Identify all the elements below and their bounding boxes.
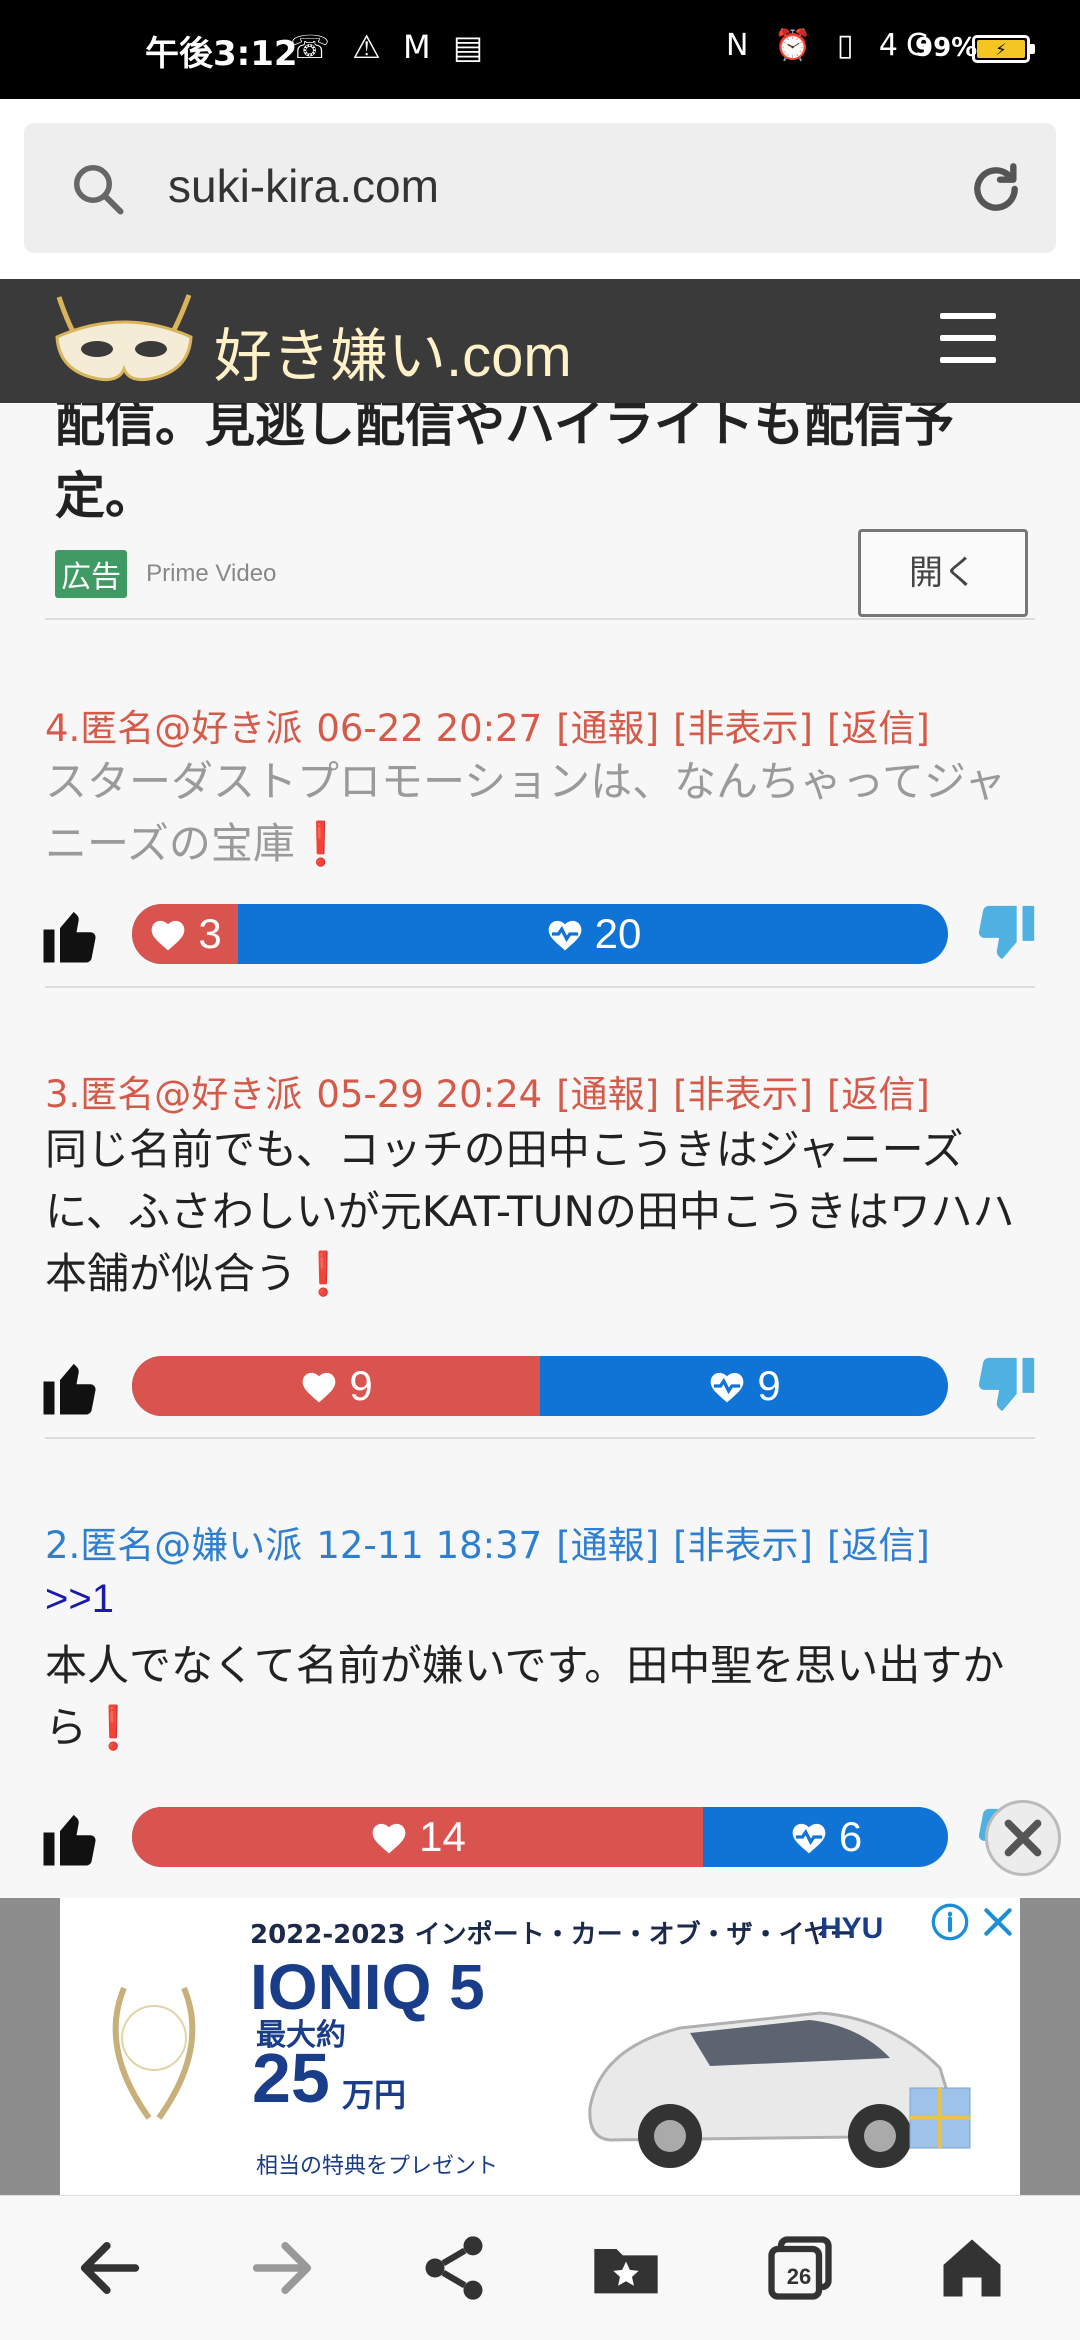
award-laurel-icon: [112, 1986, 196, 2120]
comment-header: 4.匿名@好き派 06-22 20:27 [通報] [非表示] [返信]: [45, 698, 944, 752]
forward-arrow-icon[interactable]: [244, 2230, 320, 2306]
comment-date: 12-11 18:37: [316, 1524, 543, 1567]
home-icon[interactable]: [934, 2230, 1010, 2306]
close-icon: [1004, 1819, 1042, 1857]
comment-author: 3.匿名@好き派: [45, 1073, 303, 1116]
bottom-navigation: 26: [0, 2195, 1080, 2340]
thumbs-up-icon[interactable]: [38, 902, 104, 968]
like-count-label[interactable]: 9: [132, 1356, 540, 1416]
ad-info-icon[interactable]: [930, 1902, 970, 1942]
comment-body: 同じ名前でも、コッチの田中こうきはジャニーズに、ふさわしいが元KAT-TUNの田…: [45, 1125, 1015, 1298]
ad-dismiss-button[interactable]: [985, 1800, 1061, 1876]
heart-icon: [372, 1823, 406, 1854]
dislike-count-label[interactable]: 9: [540, 1356, 948, 1416]
hide-link[interactable]: [非表示]: [673, 707, 813, 750]
divider: [45, 986, 1035, 988]
banner-ad[interactable]: 2022-2023 インポート・カー・オブ・ザ・イヤー IONIQ 5 最大約 …: [0, 1898, 1080, 2195]
tab-count: 26: [786, 2264, 812, 2289]
ad-unit: 万円: [342, 2076, 407, 2114]
status-time: 午後3:12: [145, 34, 298, 74]
like-count-label[interactable]: 3: [132, 904, 238, 964]
thumbs-down-icon[interactable]: [970, 1352, 1040, 1422]
url-text[interactable]: suki-kira.com: [168, 159, 439, 213]
vote-row: 14 6: [38, 1803, 1048, 1873]
comment-body: 本人でなくて名前が嫌いです。田中聖を思い出すから❗: [45, 1641, 1005, 1752]
report-link[interactable]: [通報]: [556, 707, 659, 750]
hide-link[interactable]: [非表示]: [673, 1524, 813, 1567]
ad-open-button[interactable]: 開く: [858, 529, 1028, 617]
comment-date: 05-29 20:24: [316, 1073, 543, 1116]
status-bar: 午後3:12 ☏ ⚠ M ▤ N ⏰ ▯ 4G 99% ⚡: [0, 0, 1080, 99]
comment-header: 2.匿名@嫌い派 12-11 18:37 [通報] [非表示] [返信]: [45, 1515, 944, 1569]
report-link[interactable]: [通報]: [556, 1073, 659, 1116]
comment-header: 3.匿名@好き派 05-29 20:24 [通報] [非表示] [返信]: [45, 1064, 944, 1118]
comment-feed: 配信。見逃し配信やハイライトも配信予定。 広告 Prime Video 開く 4…: [0, 403, 1080, 1898]
system-icons: N ⏰ ▯ 4G: [726, 28, 938, 63]
ad-badge: 広告: [55, 550, 127, 598]
reply-link[interactable]: [返信]: [827, 1524, 930, 1567]
site-logo-text[interactable]: 好き嫌い.com: [214, 309, 572, 393]
vote-row: 9 9: [38, 1352, 1048, 1422]
hide-link[interactable]: [非表示]: [673, 1073, 813, 1116]
hamburger-menu-icon[interactable]: [940, 313, 996, 363]
vote-bar: 14 6: [132, 1807, 948, 1867]
share-icon[interactable]: [416, 2230, 492, 2306]
vote-bar: 9 9: [132, 1356, 948, 1416]
exclamation-icon: ❗: [297, 1249, 350, 1298]
exclamation-icon: ❗: [87, 1703, 140, 1752]
ad-amount: 25: [252, 2039, 330, 2117]
mask-logo-icon[interactable]: [48, 287, 200, 387]
broken-heart-icon: [792, 1823, 826, 1854]
vote-bar: 3 20: [132, 904, 948, 964]
broken-heart-icon: [710, 1372, 744, 1403]
reply-link[interactable]: [返信]: [827, 707, 930, 750]
thumbs-up-icon[interactable]: [38, 1354, 104, 1420]
back-arrow-icon[interactable]: [72, 2230, 148, 2306]
like-count-label[interactable]: 14: [132, 1807, 703, 1867]
ad-subtext: 相当の特典をプレゼント: [256, 2154, 499, 2179]
battery-percent: 99%: [915, 33, 978, 63]
reload-icon[interactable]: [964, 157, 1028, 221]
car-image: [588, 2011, 971, 2168]
vote-row: 3 20: [38, 900, 1048, 970]
site-header: 好き嫌い.com: [0, 279, 1080, 403]
divider: [45, 1437, 1035, 1439]
ad-close-icon[interactable]: [978, 1902, 1018, 1942]
bookmarks-folder-icon[interactable]: [588, 2230, 664, 2306]
dislike-count-label[interactable]: 6: [703, 1807, 948, 1867]
ad-meta: 広告 Prime Video: [55, 550, 277, 598]
address-bar[interactable]: suki-kira.com: [24, 123, 1056, 253]
thumbs-up-icon[interactable]: [38, 1805, 104, 1871]
report-link[interactable]: [通報]: [556, 1524, 659, 1567]
browser-toolbar: suki-kira.com: [0, 99, 1080, 279]
notification-icons: ☏ ⚠ M ▤: [290, 28, 490, 66]
ad-brand: HYU: [820, 1912, 884, 1945]
battery-icon: ⚡: [972, 35, 1035, 63]
comment-date: 06-22 20:27: [316, 707, 543, 750]
banner-ad-creative[interactable]: 2022-2023 インポート・カー・オブ・ザ・イヤー IONIQ 5 最大約 …: [60, 1898, 1020, 2195]
search-icon[interactable]: [68, 159, 128, 219]
comment-body: スターダストプロモーションは、なんちゃってジャニーズの宝庫❗: [45, 757, 1006, 868]
dislike-count-label[interactable]: 20: [238, 904, 948, 964]
ad-award-line: 2022-2023 インポート・カー・オブ・ザ・イヤー: [250, 1920, 856, 1950]
exclamation-icon: ❗: [294, 819, 348, 868]
broken-heart-icon: [548, 920, 582, 951]
ad-headline[interactable]: 配信。見逃し配信やハイライトも配信予定。: [55, 403, 955, 532]
tabs-button[interactable]: 26: [762, 2230, 838, 2306]
heart-icon: [302, 1372, 336, 1403]
heart-icon: [151, 920, 185, 951]
ad-source: Prime Video: [146, 560, 277, 587]
thumbs-down-icon[interactable]: [970, 900, 1040, 970]
divider: [45, 618, 1035, 620]
reply-link[interactable]: [返信]: [827, 1073, 930, 1116]
comment-author: 4.匿名@好き派: [45, 707, 303, 750]
reply-reference-link[interactable]: >>1: [45, 1577, 114, 1622]
comment-author: 2.匿名@嫌い派: [45, 1524, 303, 1567]
